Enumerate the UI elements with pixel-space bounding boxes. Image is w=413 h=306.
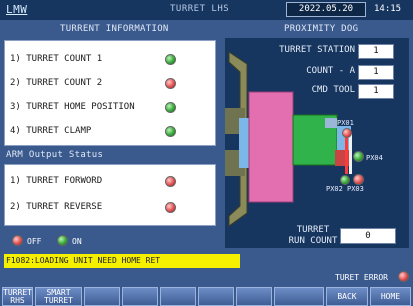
app-title: LMW: [6, 3, 28, 16]
legend-off-icon: [12, 235, 23, 246]
arm-item-label: 2) TURRET REVERSE: [10, 202, 103, 212]
dog-marker-white: [349, 134, 352, 174]
run-count-label-line1: TURRET: [296, 225, 330, 235]
cmd-tool-label: CMD TOOL: [311, 85, 355, 95]
legend-on-label: ON: [72, 237, 82, 246]
time-display: 14:15: [374, 4, 402, 14]
date-display: 2022.05.20: [286, 2, 366, 17]
home-button[interactable]: HOME: [370, 287, 411, 306]
turrent-item-label: 1) TURRET COUNT 1: [10, 54, 103, 64]
legend-on-icon: [57, 235, 68, 246]
sensor-px01-label: PX01: [337, 119, 354, 127]
legend-off-label: OFF: [27, 237, 42, 246]
count-a-label: COUNT - A: [306, 66, 355, 76]
turret-rhs-button[interactable]: TURRET RHS: [2, 287, 33, 306]
sensor-px04-icon: [353, 151, 364, 162]
turrent-item-label: 4) TURRET CLAMP: [10, 126, 92, 136]
turret-station-label: TURRET STATION: [279, 45, 355, 55]
function-key-6[interactable]: [198, 287, 234, 306]
turet-error-label: TURET ERROR: [335, 273, 388, 282]
smart-turret-line2: TURRET: [44, 295, 73, 305]
run-count-value: 0: [340, 228, 396, 244]
status-lamp-icon: [165, 126, 176, 137]
turrent-info-title: TURRENT INFORMATION: [60, 24, 169, 34]
status-lamp-icon: [165, 78, 176, 89]
status-lamp-icon: [165, 54, 176, 65]
arm-output-title: ARM Output Status: [6, 150, 104, 160]
sensor-px02-label: PX02: [326, 185, 343, 193]
turrent-item-label: 2) TURRET COUNT 2: [10, 78, 103, 88]
sensor-px03-icon: [353, 174, 364, 185]
turret-station-value: 1: [358, 44, 394, 59]
function-key-5[interactable]: [160, 287, 196, 306]
arm-output-panel: 1) TURRET FORWORD 2) TURRET REVERSE: [4, 164, 216, 226]
function-key-3[interactable]: [84, 287, 120, 306]
turret-rhs-line2: RHS: [10, 295, 25, 305]
back-button[interactable]: BACK: [326, 287, 368, 306]
turet-error-icon: [398, 271, 409, 282]
turret-body: [248, 91, 294, 203]
run-count-label-line2: RUN COUNT: [288, 236, 338, 246]
function-key-8[interactable]: [274, 287, 324, 306]
alarm-message: F1082:LOADING UNIT NEED HOME RET: [4, 254, 240, 268]
status-lamp-icon: [165, 102, 176, 113]
turret-plate-left: [239, 118, 249, 168]
function-key-4[interactable]: [122, 287, 158, 306]
status-lamp-icon: [165, 176, 176, 187]
smart-turret-button[interactable]: SMART TURRET: [35, 287, 82, 306]
proximity-dog-panel: TURRET STATION 1 COUNT - A 1 CMD TOOL 1 …: [225, 38, 409, 248]
arm-item-label: 1) TURRET FORWORD: [10, 176, 103, 186]
proximity-dog-title: PROXIMITY DOG: [284, 24, 359, 34]
screen-title: TURRET LHS: [170, 4, 230, 14]
dog-marker-red: [345, 134, 348, 174]
sensor-px02-icon: [340, 175, 350, 185]
count-a-value: 1: [358, 65, 394, 80]
status-lamp-icon: [165, 202, 176, 213]
function-key-7[interactable]: [236, 287, 272, 306]
turret-sensor-block: [325, 118, 337, 128]
turrent-info-panel: 1) TURRET COUNT 1 2) TURRET COUNT 2 3) T…: [4, 40, 216, 146]
sensor-px01-icon: [342, 128, 352, 138]
turrent-item-label: 3) TURRET HOME POSITION: [10, 102, 135, 112]
sensor-px03-label: PX03: [347, 185, 364, 193]
sensor-px04-label: PX04: [366, 154, 383, 162]
cmd-tool-value: 1: [358, 84, 394, 99]
